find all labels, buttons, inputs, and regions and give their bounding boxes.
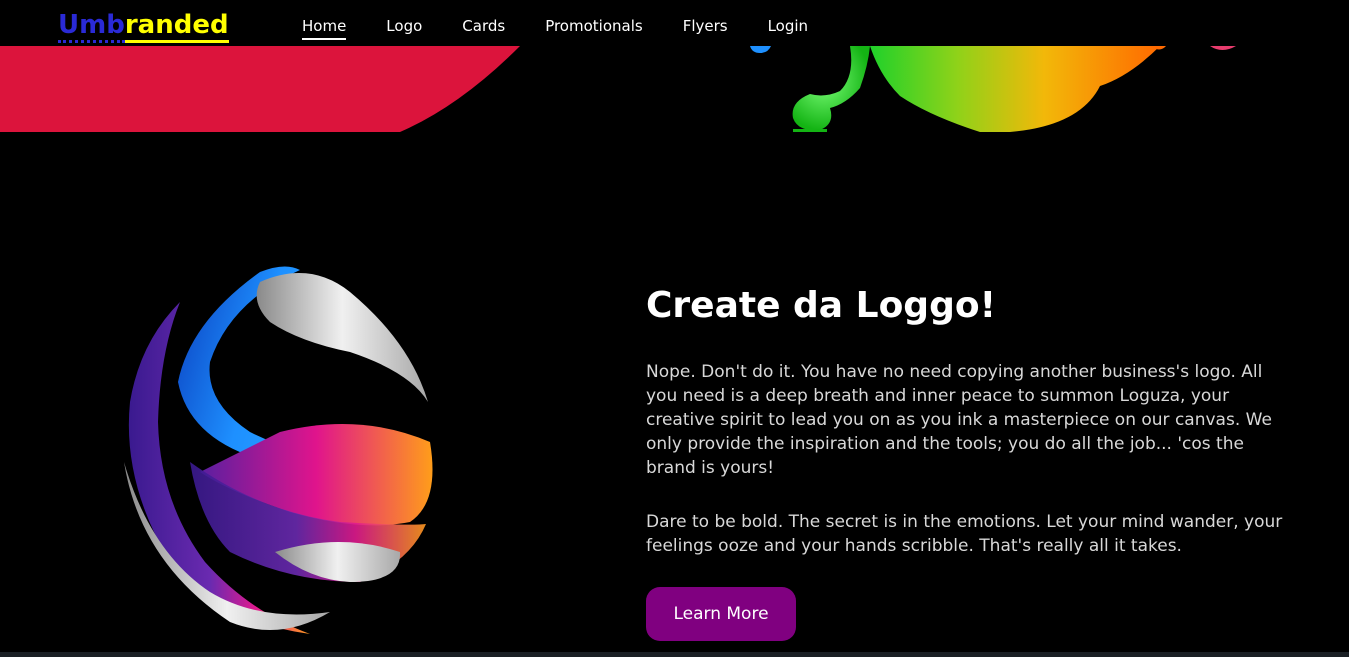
nav-cards-link[interactable]: Cards [462, 14, 505, 40]
learn-more-button[interactable]: Learn More [646, 587, 796, 641]
ribbon-globe-icon [110, 262, 450, 646]
nav-flyers-link[interactable]: Flyers [683, 14, 728, 40]
blue-drop [750, 46, 771, 53]
nav-links: Home Logo Cards Promotionals Flyers Logi… [302, 14, 848, 40]
pink-drop [1210, 46, 1236, 50]
bottom-scroll-strip [0, 652, 1349, 657]
hero-banner [0, 46, 1349, 132]
green-drip [792, 46, 870, 131]
nav-login-link[interactable]: Login [768, 14, 808, 40]
brand-logo[interactable]: Umbranded [58, 8, 229, 43]
nav-home-link[interactable]: Home [302, 14, 347, 40]
red-shape [0, 46, 520, 132]
navbar: Umbranded Home Logo Cards Promotionals F… [0, 0, 1349, 46]
brand-part-2: randed [124, 10, 229, 43]
color-splash [870, 46, 1160, 132]
paint-splash-icon [0, 46, 1236, 132]
green-drip-base [793, 129, 827, 132]
intro-paragraph: Nope. Don't do it. You have no need copy… [646, 362, 1272, 478]
silver-ribbon-top [256, 273, 428, 402]
secondary-paragraph: Dare to be bold. The secret is in the em… [646, 512, 1283, 556]
silver-ribbon-bottom [275, 542, 401, 582]
brand-part-1: Umb [58, 10, 125, 43]
nav-logo-link[interactable]: Logo [386, 14, 422, 40]
nav-promotionals-link[interactable]: Promotionals [545, 14, 643, 40]
section-title: Create da Loggo! [646, 285, 996, 326]
